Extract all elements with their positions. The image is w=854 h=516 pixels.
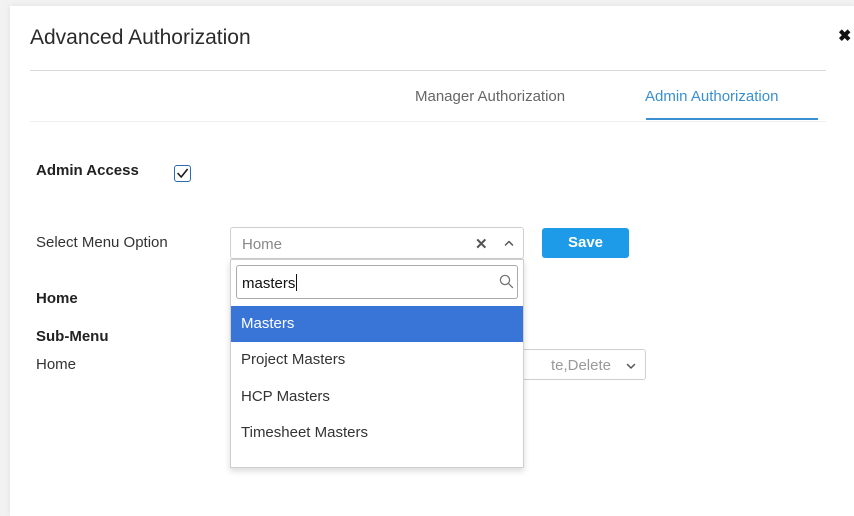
chevron-up-icon[interactable] — [503, 237, 515, 249]
admin-access-checkbox[interactable] — [174, 165, 191, 182]
text-cursor — [296, 274, 298, 291]
dropdown-option-timesheet-masters[interactable]: Timesheet Masters — [231, 415, 523, 451]
select-menu-option-label: Select Menu Option — [36, 234, 168, 251]
advanced-authorization-modal: Advanced Authorization ✖ Manager Authori… — [10, 6, 854, 516]
submenu-item-home: Home — [36, 356, 77, 373]
check-icon — [177, 168, 188, 178]
dropdown-search-input[interactable]: masters — [236, 265, 518, 299]
save-button[interactable]: Save — [542, 228, 629, 258]
header-divider — [30, 70, 826, 71]
search-icon — [499, 274, 514, 289]
tab-manager-authorization[interactable]: Manager Authorization — [415, 88, 565, 105]
search-input-value: masters — [242, 274, 298, 292]
selected-menu-value: Home — [242, 236, 283, 253]
menu-option-select[interactable]: Home ✕ — [230, 227, 524, 259]
modal-title: Advanced Authorization — [30, 26, 251, 49]
active-tab-indicator — [646, 118, 818, 120]
close-icon[interactable]: ✖ — [838, 28, 851, 46]
tab-admin-authorization[interactable]: Admin Authorization — [645, 88, 778, 105]
admin-access-label: Admin Access — [36, 162, 139, 179]
dropdown-option-hcp-masters[interactable]: HCP Masters — [231, 379, 523, 415]
dropdown-option-masters[interactable]: Masters — [231, 306, 523, 342]
chevron-down-icon — [626, 363, 636, 369]
menu-option-dropdown: masters Masters Project Masters HCP Mast… — [230, 259, 524, 468]
submenu-heading: Sub-Menu — [36, 328, 109, 345]
clear-selection-icon[interactable]: ✕ — [475, 235, 488, 253]
tabs-divider — [30, 121, 826, 122]
permission-value: te,Delete — [550, 357, 611, 374]
section-heading-home: Home — [36, 290, 78, 307]
dropdown-option-project-masters[interactable]: Project Masters — [231, 342, 523, 378]
